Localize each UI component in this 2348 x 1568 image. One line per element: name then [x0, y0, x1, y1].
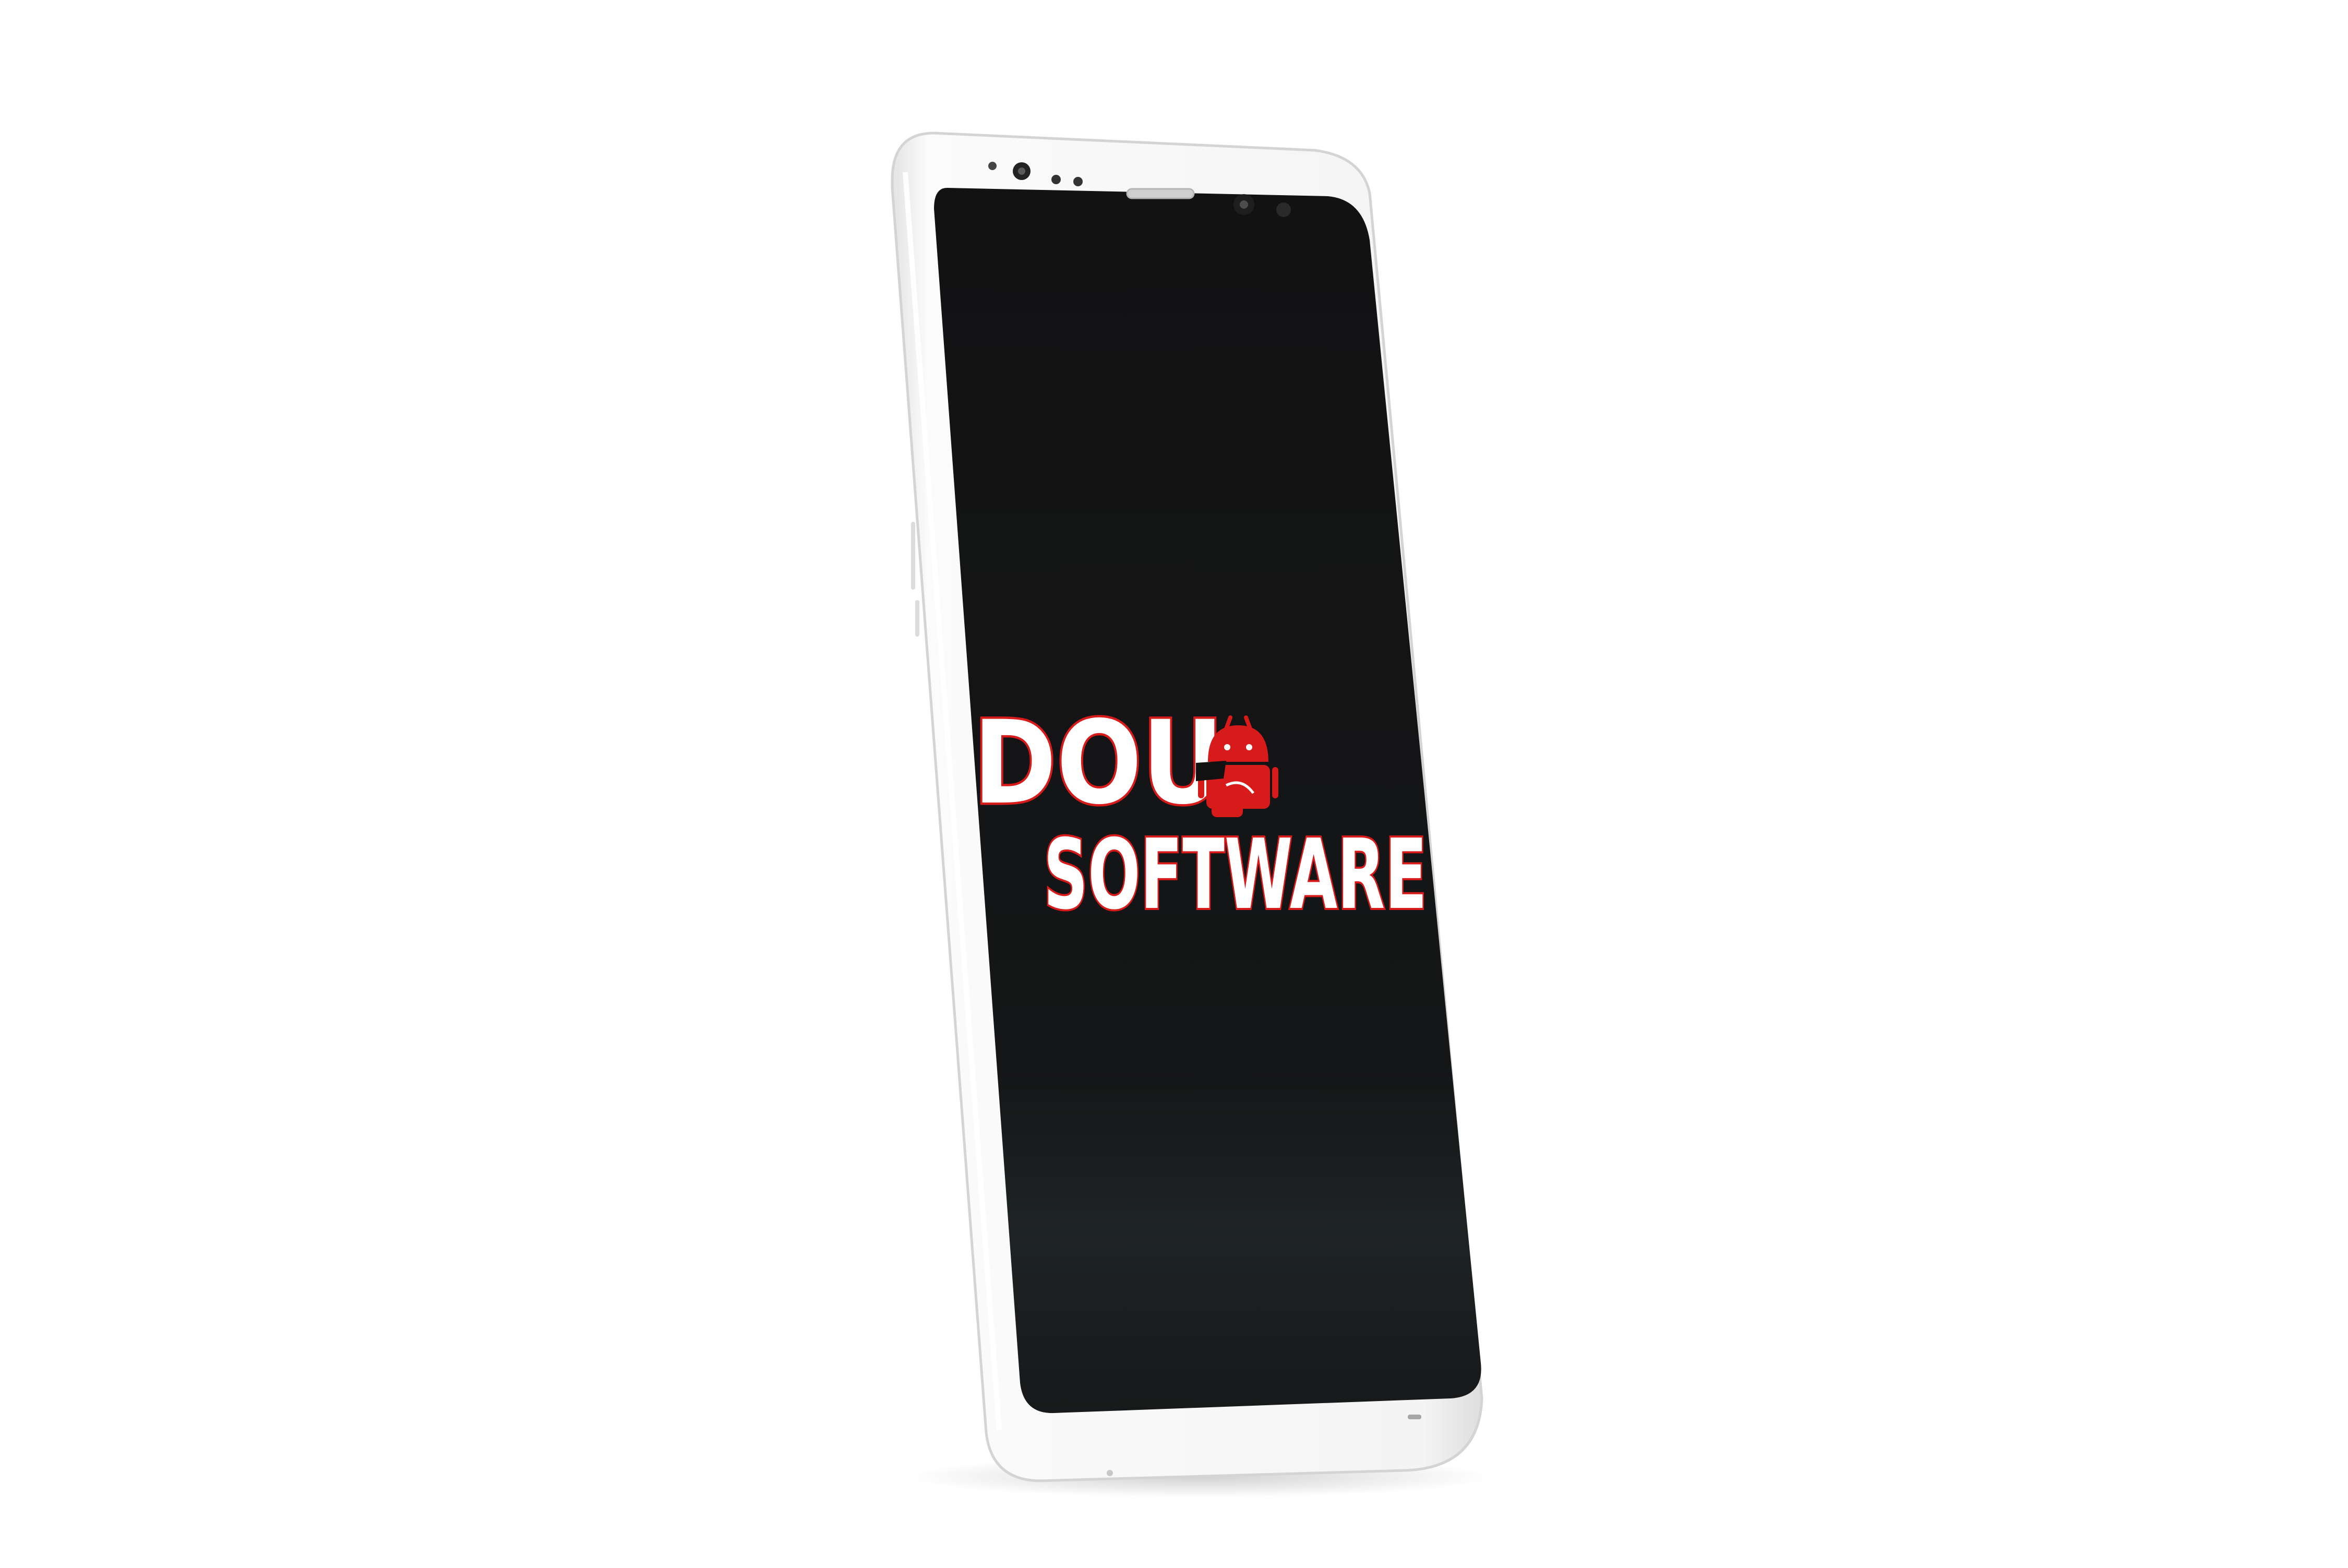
proximity-sensor-icon	[988, 162, 997, 170]
product-mockup-scene: DOU SOFTWARE	[0, 0, 2348, 1565]
light-sensor-icon	[1073, 177, 1083, 186]
bottom-speaker-icon	[1107, 1470, 1113, 1476]
iris-camera-icon	[1276, 202, 1291, 217]
logo-text-dou: DOU	[973, 696, 1224, 830]
logo-text-software: SOFTWARE	[1044, 818, 1427, 931]
bottom-microphone-icon	[1408, 1415, 1421, 1419]
light-sensor-icon	[1051, 175, 1061, 184]
phone-mockup-illustration: DOU SOFTWARE	[891, 131, 1492, 1498]
earpiece-speaker-icon	[1126, 188, 1195, 199]
volume-button	[911, 522, 915, 590]
bixby-button	[915, 600, 919, 637]
